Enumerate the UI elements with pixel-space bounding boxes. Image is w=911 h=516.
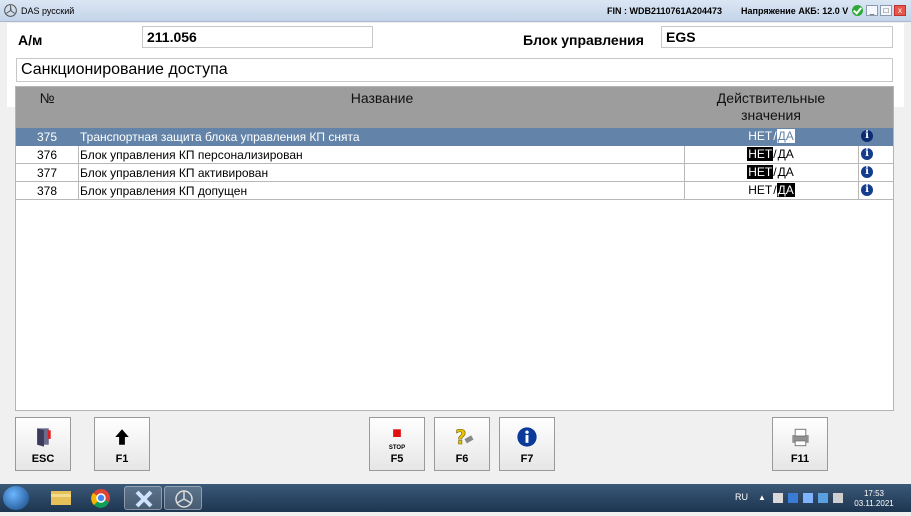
model-field: 211.056 [142,26,373,48]
row-name: Транспортная защита блока управления КП … [80,130,360,144]
svg-text:?: ? [455,426,466,448]
row-number: 376 [36,148,58,162]
row-name: Блок управления КП активирован [80,166,269,180]
row-number: 375 [36,130,58,144]
value-no: НЕТ [748,183,773,197]
column-header-name: Название [350,90,414,106]
arrow-up-icon [115,429,129,445]
explorer-taskbar-icon[interactable] [42,486,80,510]
clock[interactable]: 17:53 03.11.2021 [850,489,898,509]
tray-expand-icon[interactable]: ▲ [758,493,768,503]
info-icon[interactable]: i [861,184,873,196]
row-name: Блок управления КП персонализирован [80,148,303,162]
value-yes: ДА [777,147,794,161]
f1-button[interactable]: F1 [94,417,150,471]
printer-icon [792,428,809,447]
row-number: 378 [36,184,58,198]
voltage-ok-icon [852,5,863,16]
row-value: НЕТ/ДА [747,165,794,179]
column-header-number: № [39,90,55,106]
ecu-field: EGS [661,26,893,48]
battery-voltage-label: Напряжение АКБ: 12.0 V [741,6,849,16]
tray-app-icon[interactable] [788,493,798,503]
section-title: Санкционирование доступа [16,58,893,82]
stop-label: STOP [388,445,406,451]
windows-taskbar: RU ▲ 17:53 03.11.2021 [0,484,911,512]
info-icon[interactable]: i [861,130,873,142]
row-value: НЕТ/ДА [748,129,795,143]
info-icon[interactable]: i [861,166,873,178]
table-row[interactable]: 376 Блок управления КП персонализирован … [16,146,893,164]
tray-volume-icon[interactable] [833,493,843,503]
f6-button[interactable]: ? F6 [434,417,490,471]
das-taskbar-icon[interactable] [164,486,202,510]
maximize-button[interactable]: □ [880,5,892,16]
model-label: А/м [18,32,43,48]
title-bar: DAS русский FIN : WDB2110761A204473 Напр… [0,0,911,22]
exit-door-icon [37,428,51,447]
value-yes: ДА [777,165,794,179]
f11-button[interactable]: F11 [772,417,828,471]
xentry-taskbar-icon[interactable] [124,486,162,510]
ecu-label: Блок управления [523,32,644,48]
window-title: DAS русский [21,6,75,16]
esc-button[interactable]: ESC [15,417,71,471]
tray-vpn-icon[interactable] [818,493,828,503]
table-row[interactable]: 378 Блок управления КП допущен НЕТ/ДА i [16,182,893,200]
language-indicator[interactable]: RU [735,492,748,502]
info-icon[interactable]: i [861,148,873,160]
results-table: № Название Действительные значения 375 Т… [15,86,894,411]
fin-label: FIN : WDB2110761A204473 [607,6,723,16]
row-name: Блок управления КП допущен [80,184,248,198]
help-question-icon: ? [455,426,474,448]
value-yes: ДА [776,183,795,197]
table-row[interactable]: 377 Блок управления КП активирован НЕТ/Д… [16,164,893,182]
mercedes-star-icon [4,4,17,17]
tray-network-icon[interactable] [803,493,813,503]
value-no: НЕТ [748,129,773,143]
minimize-button[interactable]: _ [866,5,878,16]
value-no: НЕТ [747,147,774,161]
row-value: НЕТ/ДА [748,183,795,197]
column-header-values: Действительные значения [716,90,826,123]
table-header: № Название Действительные значения [16,87,893,128]
function-toolbar: ESC F1 STOP F5 ? F6 F7 F11 [0,412,911,484]
value-no: НЕТ [747,165,774,179]
row-number: 377 [36,166,58,180]
tray-flag-icon[interactable] [773,493,783,503]
info-icon [517,427,537,447]
f7-button[interactable]: F7 [499,417,555,471]
start-button[interactable] [3,486,29,510]
close-button[interactable]: x [894,5,906,16]
table-row[interactable]: 375 Транспортная защита блока управления… [16,128,893,146]
f5-button[interactable]: STOP F5 [369,417,425,471]
value-yes: ДА [776,129,795,143]
row-value: НЕТ/ДА [747,147,794,161]
chrome-taskbar-icon[interactable] [82,486,120,510]
